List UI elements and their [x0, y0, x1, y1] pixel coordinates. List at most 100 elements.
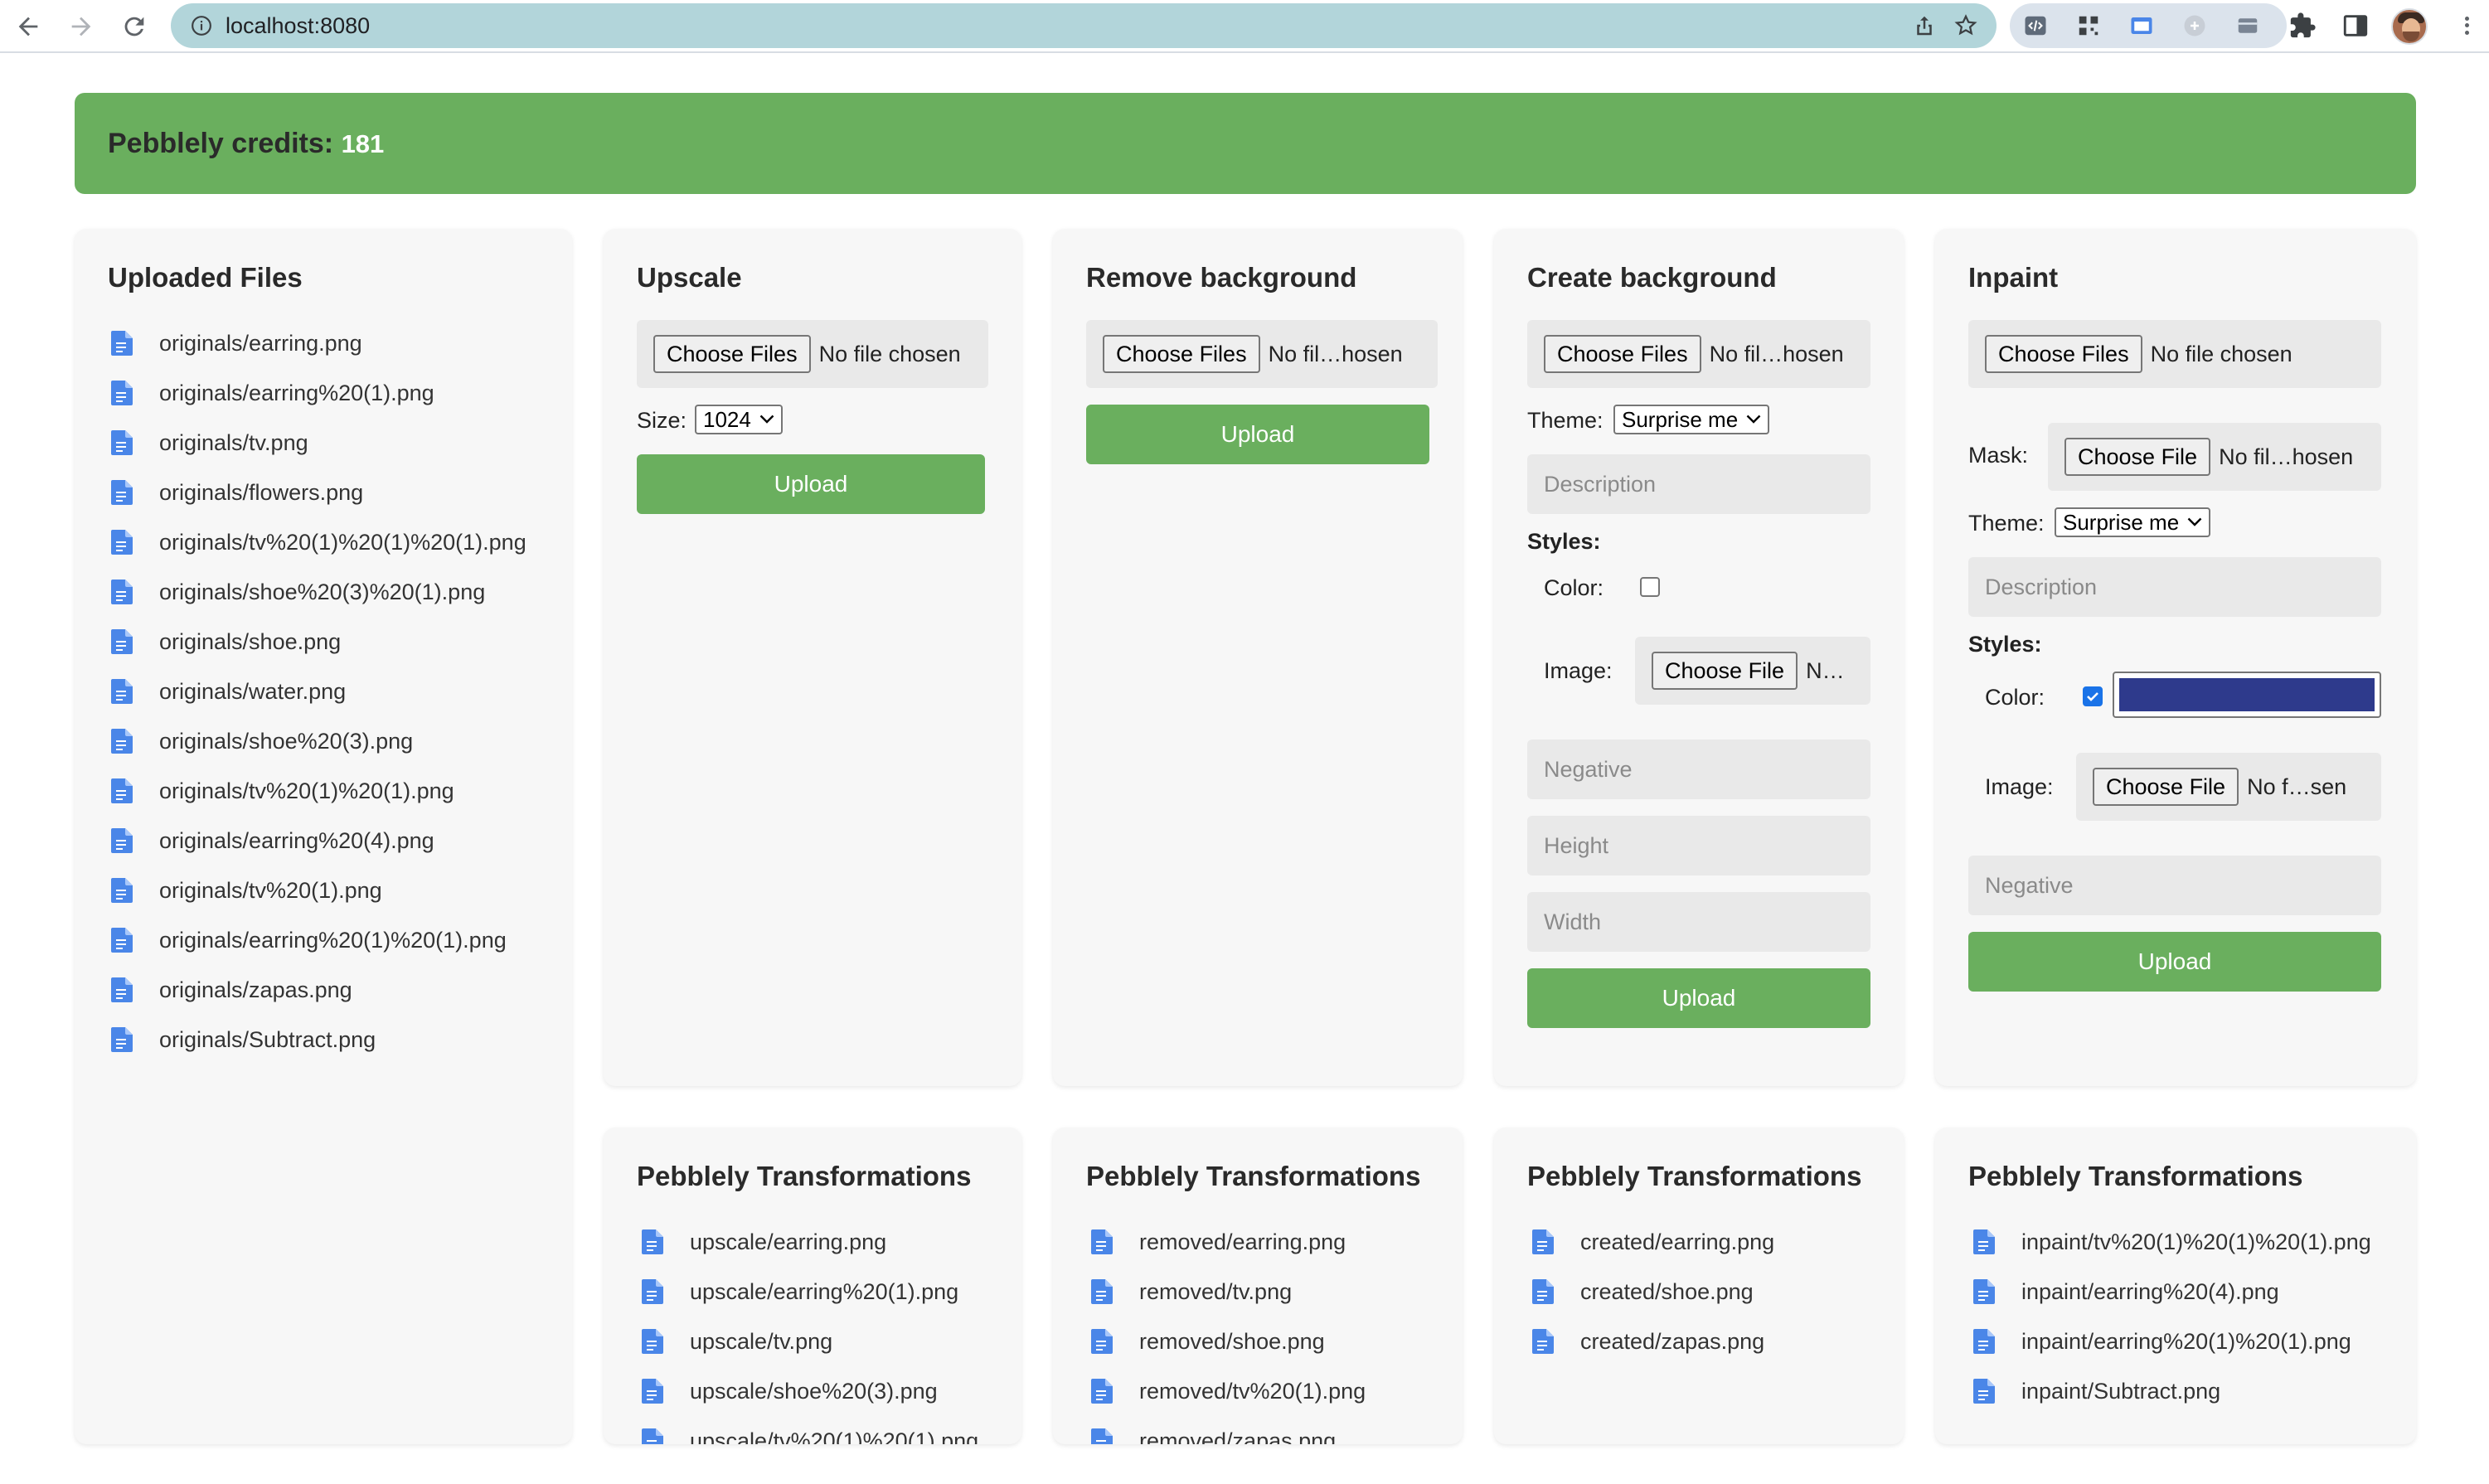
- url-text[interactable]: localhost:8080: [226, 3, 370, 48]
- file-list-item[interactable]: created/earring.png: [1532, 1217, 1774, 1267]
- file-list-item[interactable]: removed/shoe.png: [1091, 1317, 1366, 1366]
- choose-file-button[interactable]: Choose File: [2064, 438, 2211, 476]
- upscale-upload-button[interactable]: Upload: [637, 454, 985, 514]
- negative-input[interactable]: Negative: [1968, 856, 2381, 915]
- file-name[interactable]: originals/earring%20(1)%20(1).png: [159, 928, 507, 953]
- file-name[interactable]: originals/earring%20(4).png: [159, 828, 434, 854]
- color-checkbox[interactable]: [2083, 686, 2103, 706]
- file-name[interactable]: originals/shoe.png: [159, 629, 341, 655]
- file-name[interactable]: inpaint/tv%20(1)%20(1)%20(1).png: [2021, 1229, 2371, 1255]
- qr-code-extension-icon[interactable]: [2076, 13, 2101, 38]
- bookmark-star-icon[interactable]: [1953, 13, 1978, 38]
- file-list-item[interactable]: inpaint/earring%20(1)%20(1).png: [1973, 1317, 2371, 1366]
- profile-avatar[interactable]: [2391, 8, 2428, 45]
- file-list-item[interactable]: upscale/shoe%20(3).png: [642, 1366, 978, 1416]
- file-name[interactable]: inpaint/earring%20(1)%20(1).png: [2021, 1329, 2351, 1355]
- file-name[interactable]: originals/shoe%20(3)%20(1).png: [159, 580, 485, 605]
- forward-arrow-icon[interactable]: [63, 8, 99, 45]
- file-name[interactable]: created/zapas.png: [1580, 1329, 1764, 1355]
- size-select[interactable]: 1024: [695, 405, 783, 434]
- choose-file-button[interactable]: Choose File: [1652, 652, 1798, 690]
- file-list-item[interactable]: upscale/tv%20(1)%20(1).png: [642, 1416, 978, 1444]
- reload-icon[interactable]: [116, 8, 153, 45]
- file-list-item[interactable]: originals/earring%20(4).png: [111, 816, 526, 866]
- file-list-item[interactable]: created/zapas.png: [1532, 1317, 1774, 1366]
- choose-files-button[interactable]: Choose Files: [1985, 335, 2142, 373]
- file-name[interactable]: upscale/tv.png: [690, 1329, 832, 1355]
- choose-file-button[interactable]: Choose File: [2093, 768, 2239, 806]
- file-name[interactable]: originals/Subtract.png: [159, 1027, 376, 1053]
- file-list-item[interactable]: removed/earring.png: [1091, 1217, 1366, 1267]
- file-name[interactable]: originals/water.png: [159, 679, 346, 705]
- file-name[interactable]: removed/tv.png: [1139, 1279, 1292, 1305]
- file-list-item[interactable]: originals/earring%20(1).png: [111, 368, 526, 418]
- negative-input[interactable]: Negative: [1527, 740, 1870, 799]
- file-list-item[interactable]: inpaint/tv%20(1)%20(1)%20(1).png: [1973, 1217, 2371, 1267]
- color-checkbox[interactable]: [1640, 577, 1660, 597]
- mask-file-input[interactable]: Choose File No fil…hosen: [2048, 423, 2381, 491]
- color-picker[interactable]: [2113, 672, 2381, 718]
- file-list-item[interactable]: originals/tv%20(1)%20(1).png: [111, 766, 526, 816]
- archive-extension-icon[interactable]: [2235, 13, 2260, 38]
- file-list-item[interactable]: originals/tv%20(1)%20(1)%20(1).png: [111, 517, 526, 567]
- file-name[interactable]: removed/shoe.png: [1139, 1329, 1325, 1355]
- site-info-icon[interactable]: [191, 15, 212, 36]
- file-name[interactable]: upscale/shoe%20(3).png: [690, 1379, 938, 1404]
- file-name[interactable]: upscale/tv%20(1)%20(1).png: [690, 1428, 978, 1445]
- file-list-item[interactable]: upscale/earring.png: [642, 1217, 978, 1267]
- description-input[interactable]: Description: [1968, 557, 2381, 617]
- file-name[interactable]: removed/zapas.png: [1139, 1428, 1336, 1445]
- share-icon[interactable]: [1912, 13, 1937, 38]
- back-arrow-icon[interactable]: [10, 8, 46, 45]
- code-extension-icon[interactable]: [2023, 13, 2048, 38]
- style-image-file-input[interactable]: Choose File No f…sen: [2076, 753, 2381, 821]
- file-name[interactable]: originals/flowers.png: [159, 480, 363, 506]
- side-panel-icon[interactable]: [2341, 12, 2370, 40]
- file-list-item[interactable]: upscale/tv.png: [642, 1317, 978, 1366]
- file-list-item[interactable]: originals/water.png: [111, 667, 526, 716]
- file-list-item[interactable]: removed/tv%20(1).png: [1091, 1366, 1366, 1416]
- file-name[interactable]: originals/earring%20(1).png: [159, 381, 434, 406]
- file-name[interactable]: upscale/earring%20(1).png: [690, 1279, 958, 1305]
- file-name[interactable]: inpaint/Subtract.png: [2021, 1379, 2220, 1404]
- inpaint-upload-button[interactable]: Upload: [1968, 932, 2381, 992]
- file-name[interactable]: originals/tv.png: [159, 430, 308, 456]
- address-bar[interactable]: localhost:8080: [171, 3, 1997, 48]
- file-name[interactable]: inpaint/earring%20(4).png: [2021, 1279, 2279, 1305]
- file-name[interactable]: removed/tv%20(1).png: [1139, 1379, 1366, 1404]
- file-list-item[interactable]: created/shoe.png: [1532, 1267, 1774, 1317]
- window-extension-icon[interactable]: [2129, 13, 2154, 38]
- browser-menu-icon[interactable]: [2453, 12, 2481, 40]
- remove-bg-upload-button[interactable]: Upload: [1086, 405, 1429, 464]
- remove-bg-file-input[interactable]: Choose Files No fil…hosen: [1086, 320, 1438, 388]
- file-name[interactable]: created/earring.png: [1580, 1229, 1774, 1255]
- file-name[interactable]: originals/tv%20(1).png: [159, 878, 382, 904]
- file-list-item[interactable]: originals/tv.png: [111, 418, 526, 468]
- file-list-item[interactable]: removed/tv.png: [1091, 1267, 1366, 1317]
- file-list-item[interactable]: inpaint/Subtract.png: [1973, 1366, 2371, 1416]
- file-list-item[interactable]: originals/Subtract.png: [111, 1015, 526, 1065]
- file-list-item[interactable]: originals/shoe.png: [111, 617, 526, 667]
- file-list-item[interactable]: originals/flowers.png: [111, 468, 526, 517]
- file-name[interactable]: originals/earring.png: [159, 331, 362, 356]
- choose-files-button[interactable]: Choose Files: [1544, 335, 1701, 373]
- file-list-item[interactable]: originals/tv%20(1).png: [111, 866, 526, 915]
- inpaint-file-input[interactable]: Choose Files No file chosen: [1968, 320, 2381, 388]
- link-extension-icon[interactable]: [2182, 13, 2207, 38]
- upscale-file-input[interactable]: Choose Files No file chosen: [637, 320, 988, 388]
- file-name[interactable]: originals/zapas.png: [159, 977, 352, 1003]
- file-name[interactable]: upscale/earring.png: [690, 1229, 886, 1255]
- description-input[interactable]: Description: [1527, 454, 1870, 514]
- choose-files-button[interactable]: Choose Files: [653, 335, 811, 373]
- file-list-item[interactable]: originals/earring.png: [111, 318, 526, 368]
- style-image-file-input[interactable]: Choose File N…: [1635, 637, 1870, 705]
- file-list-item[interactable]: originals/shoe%20(3).png: [111, 716, 526, 766]
- width-input[interactable]: Width: [1527, 892, 1870, 952]
- file-list-item[interactable]: removed/zapas.png: [1091, 1416, 1366, 1444]
- file-list-item[interactable]: originals/zapas.png: [111, 965, 526, 1015]
- file-list-item[interactable]: inpaint/earring%20(4).png: [1973, 1267, 2371, 1317]
- file-name[interactable]: originals/shoe%20(3).png: [159, 729, 413, 754]
- file-name[interactable]: originals/tv%20(1)%20(1)%20(1).png: [159, 530, 526, 555]
- theme-select[interactable]: Surprise me: [2055, 507, 2211, 537]
- choose-files-button[interactable]: Choose Files: [1103, 335, 1260, 373]
